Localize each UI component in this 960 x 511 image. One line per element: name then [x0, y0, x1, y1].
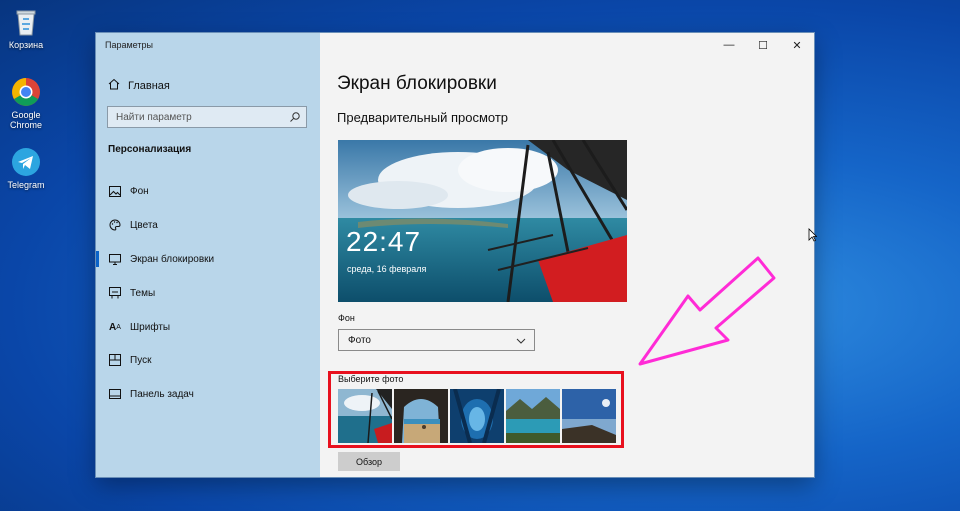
- minimize-button[interactable]: —: [712, 33, 746, 57]
- background-label: Фон: [338, 313, 355, 323]
- preview-time: 22:47: [346, 226, 422, 257]
- sidebar-item-themes[interactable]: Темы: [96, 282, 320, 304]
- preview-date: среда, 16 февраля: [347, 264, 427, 274]
- desktop-icon-telegram[interactable]: Telegram: [4, 146, 48, 190]
- page-title: Экран блокировки: [337, 73, 497, 94]
- sidebar-item-taskbar[interactable]: Панель задач: [96, 383, 320, 405]
- search-input[interactable]: Найти параметр: [107, 106, 307, 128]
- lock-screen-preview: 22:47 среда, 16 февраля: [338, 140, 627, 302]
- sidebar-section-title: Персонализация: [108, 144, 192, 155]
- sidebar-item-label: Экран блокировки: [130, 253, 215, 265]
- sidebar-item-fonts[interactable]: AA Шрифты: [96, 316, 320, 338]
- sidebar: Параметры Главная Найти параметр Персона…: [96, 33, 320, 477]
- background-dropdown-value: Фото: [348, 335, 371, 346]
- highlight-rectangle: [328, 371, 624, 448]
- font-icon: AA: [109, 321, 121, 333]
- home-icon: [108, 78, 120, 93]
- desktop-icon-label: Корзина: [8, 40, 44, 50]
- sidebar-item-label: Фон: [130, 185, 149, 197]
- desktop-icon-label: Google Chrome: [9, 110, 42, 130]
- brush-icon: [107, 287, 123, 299]
- sidebar-item-lock-screen[interactable]: Экран блокировки: [96, 248, 320, 270]
- search-placeholder: Найти параметр: [116, 112, 192, 123]
- annotation-arrow-icon: [638, 256, 776, 366]
- search-icon[interactable]: [289, 110, 301, 128]
- sidebar-home[interactable]: Главная: [108, 78, 170, 93]
- sidebar-item-label: Пуск: [130, 354, 152, 366]
- taskbar-icon: [107, 389, 123, 399]
- chevron-down-icon: [515, 334, 527, 352]
- browse-button[interactable]: Обзор: [338, 452, 400, 471]
- desktop-icon-chrome[interactable]: Google Chrome: [4, 76, 48, 130]
- image-icon: [107, 185, 123, 197]
- sidebar-item-label: Шрифты: [130, 321, 171, 333]
- start-icon: [107, 354, 123, 366]
- sidebar-item-background[interactable]: Фон: [96, 180, 320, 202]
- preview-heading: Предварительный просмотр: [337, 110, 509, 125]
- palette-icon: [107, 219, 123, 231]
- sidebar-item-label: Темы: [130, 287, 156, 299]
- desktop-icon-label: Telegram: [7, 180, 45, 190]
- chrome-icon: [10, 76, 42, 108]
- sidebar-item-label: Цвета: [130, 219, 158, 231]
- preview-image: [338, 140, 627, 302]
- sidebar-item-start[interactable]: Пуск: [96, 349, 320, 371]
- monitor-icon: [107, 253, 123, 265]
- sidebar-item-label: Панель задач: [130, 388, 194, 400]
- desktop-icon-recycle-bin[interactable]: Корзина: [4, 6, 48, 50]
- mouse-cursor-icon: [808, 228, 817, 242]
- background-dropdown[interactable]: Фото: [338, 329, 535, 351]
- sidebar-home-label: Главная: [128, 79, 170, 92]
- recycle-bin-icon: [10, 6, 42, 38]
- window-title: Параметры: [105, 40, 153, 50]
- window-controls: — ☐ ✕: [712, 33, 814, 57]
- close-button[interactable]: ✕: [780, 33, 814, 57]
- telegram-icon: [10, 146, 42, 178]
- sidebar-item-colors[interactable]: Цвета: [96, 214, 320, 236]
- maximize-button[interactable]: ☐: [746, 33, 780, 57]
